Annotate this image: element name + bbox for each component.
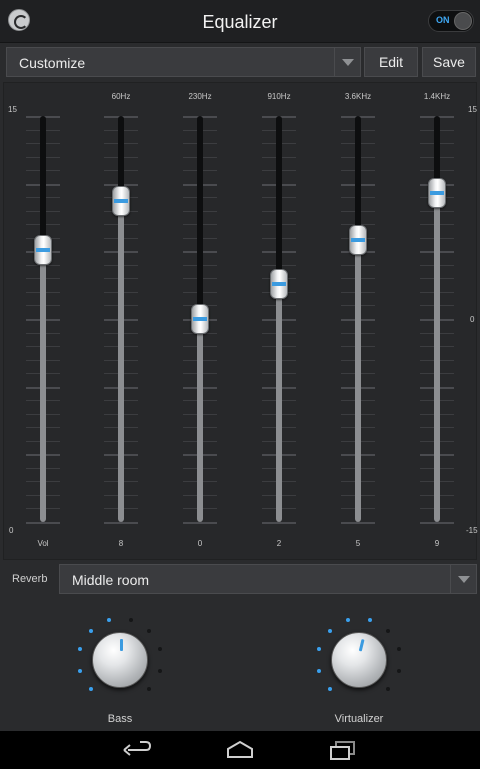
reverb-label: Reverb — [12, 573, 48, 585]
level-dot — [78, 668, 83, 673]
band-slider-fill — [40, 249, 46, 522]
scale-right-top: 15 — [468, 105, 477, 114]
reverb-dropdown[interactable]: Middle room — [59, 564, 477, 594]
save-button[interactable]: Save — [422, 47, 476, 77]
level-dot — [107, 618, 112, 623]
level-dot — [346, 618, 351, 623]
band-frequency-label: 60Hz — [111, 92, 131, 101]
band-frequency-label: 910Hz — [267, 92, 291, 101]
level-dot — [157, 647, 162, 652]
band-frequency-label: 3.6KHz — [344, 92, 372, 101]
dial-indicator — [120, 639, 123, 651]
band-value-label: 8 — [118, 539, 124, 548]
edit-button[interactable]: Edit — [364, 47, 418, 77]
level-dot — [78, 647, 83, 652]
home-nav-icon[interactable] — [224, 739, 256, 761]
scale-left-top: 15 — [8, 105, 17, 114]
level-dot — [89, 629, 93, 633]
band-slider-track[interactable] — [118, 116, 124, 522]
level-dot — [328, 686, 332, 691]
band-slider-fill — [118, 201, 124, 522]
level-dot — [385, 686, 390, 691]
level-dot — [146, 629, 151, 633]
preset-dropdown-arrow[interactable] — [334, 48, 360, 76]
band-slider-fill — [434, 193, 440, 522]
band-value-label: 5 — [355, 539, 361, 548]
scale-left-bottom: 0 — [9, 526, 14, 535]
reverb-selected-value: Middle room — [72, 572, 150, 588]
tick-mark — [341, 522, 375, 524]
band-value-label: 2 — [276, 539, 282, 548]
bass-label: Bass — [107, 713, 133, 725]
chevron-down-icon — [458, 576, 470, 583]
band-slider-thumb[interactable] — [428, 178, 446, 209]
band-value-label: Vol — [37, 539, 49, 548]
title-bar: Equalizer ON — [0, 0, 480, 43]
tick-mark — [183, 522, 217, 524]
toggle-state-label: ON — [436, 15, 450, 25]
bass-knob[interactable] — [92, 632, 148, 688]
virtualizer-dial[interactable] — [314, 615, 404, 705]
level-dot — [89, 686, 93, 691]
level-dot — [328, 629, 332, 633]
level-dot — [128, 618, 133, 623]
preset-dropdown[interactable]: Customize — [6, 47, 361, 77]
band-value-label: 9 — [434, 539, 440, 548]
band-frequency-label: 230Hz — [188, 92, 212, 101]
band-slider-thumb[interactable] — [34, 234, 52, 265]
band-slider-fill — [197, 319, 203, 522]
band-slider-thumb[interactable] — [349, 224, 367, 255]
tick-mark — [420, 522, 454, 524]
level-dot — [146, 686, 151, 691]
bass-dial[interactable] — [75, 615, 165, 705]
tick-mark — [104, 522, 138, 524]
band-slider-thumb[interactable] — [191, 304, 209, 334]
tick-mark — [262, 522, 296, 524]
toggle-knob — [454, 12, 472, 30]
level-dot — [367, 618, 372, 623]
band-slider-track[interactable] — [434, 116, 440, 522]
tick-mark — [26, 522, 60, 524]
band-frequency-label: 1.4KHz — [423, 92, 451, 101]
level-dot — [157, 668, 162, 673]
page-title: Equalizer — [202, 12, 278, 32]
recent-apps-icon[interactable] — [328, 739, 358, 761]
dial-indicator — [358, 639, 365, 652]
virtualizer-label: Virtualizer — [334, 713, 384, 725]
effects-panel: Bass Virtualizer — [0, 597, 480, 730]
band-slider-track[interactable] — [40, 116, 46, 522]
band-slider-thumb[interactable] — [270, 269, 288, 300]
virtualizer-knob[interactable] — [331, 632, 387, 688]
level-dot — [317, 647, 322, 652]
chevron-down-icon — [342, 59, 354, 66]
band-slider-track[interactable] — [276, 116, 282, 522]
band-slider-track[interactable] — [355, 116, 361, 522]
back-nav-icon[interactable] — [120, 739, 154, 761]
band-slider-thumb[interactable] — [112, 186, 130, 217]
level-dot — [385, 629, 390, 633]
level-dot — [396, 668, 401, 673]
preset-selected-value: Customize — [19, 55, 86, 71]
scale-right-bottom: -15 — [466, 526, 478, 535]
equalizer-panel: 15 0 15 0 -15 Vol 60Hz 8 230Hz 0 910Hz 2 3.6KHz… — [3, 82, 478, 560]
band-value-label: 0 — [197, 539, 203, 548]
level-dot — [317, 668, 322, 673]
system-navigation-bar — [0, 731, 480, 769]
band-slider-fill — [276, 284, 282, 522]
equalizer-power-toggle[interactable]: ON — [428, 10, 474, 32]
scale-right-mid: 0 — [470, 315, 475, 324]
reverb-row: Reverb Middle room — [0, 563, 480, 595]
reverb-dropdown-arrow[interactable] — [450, 565, 476, 593]
level-dot — [396, 647, 401, 652]
preset-row: Customize Edit Save — [0, 44, 480, 80]
band-slider-fill — [355, 239, 361, 522]
